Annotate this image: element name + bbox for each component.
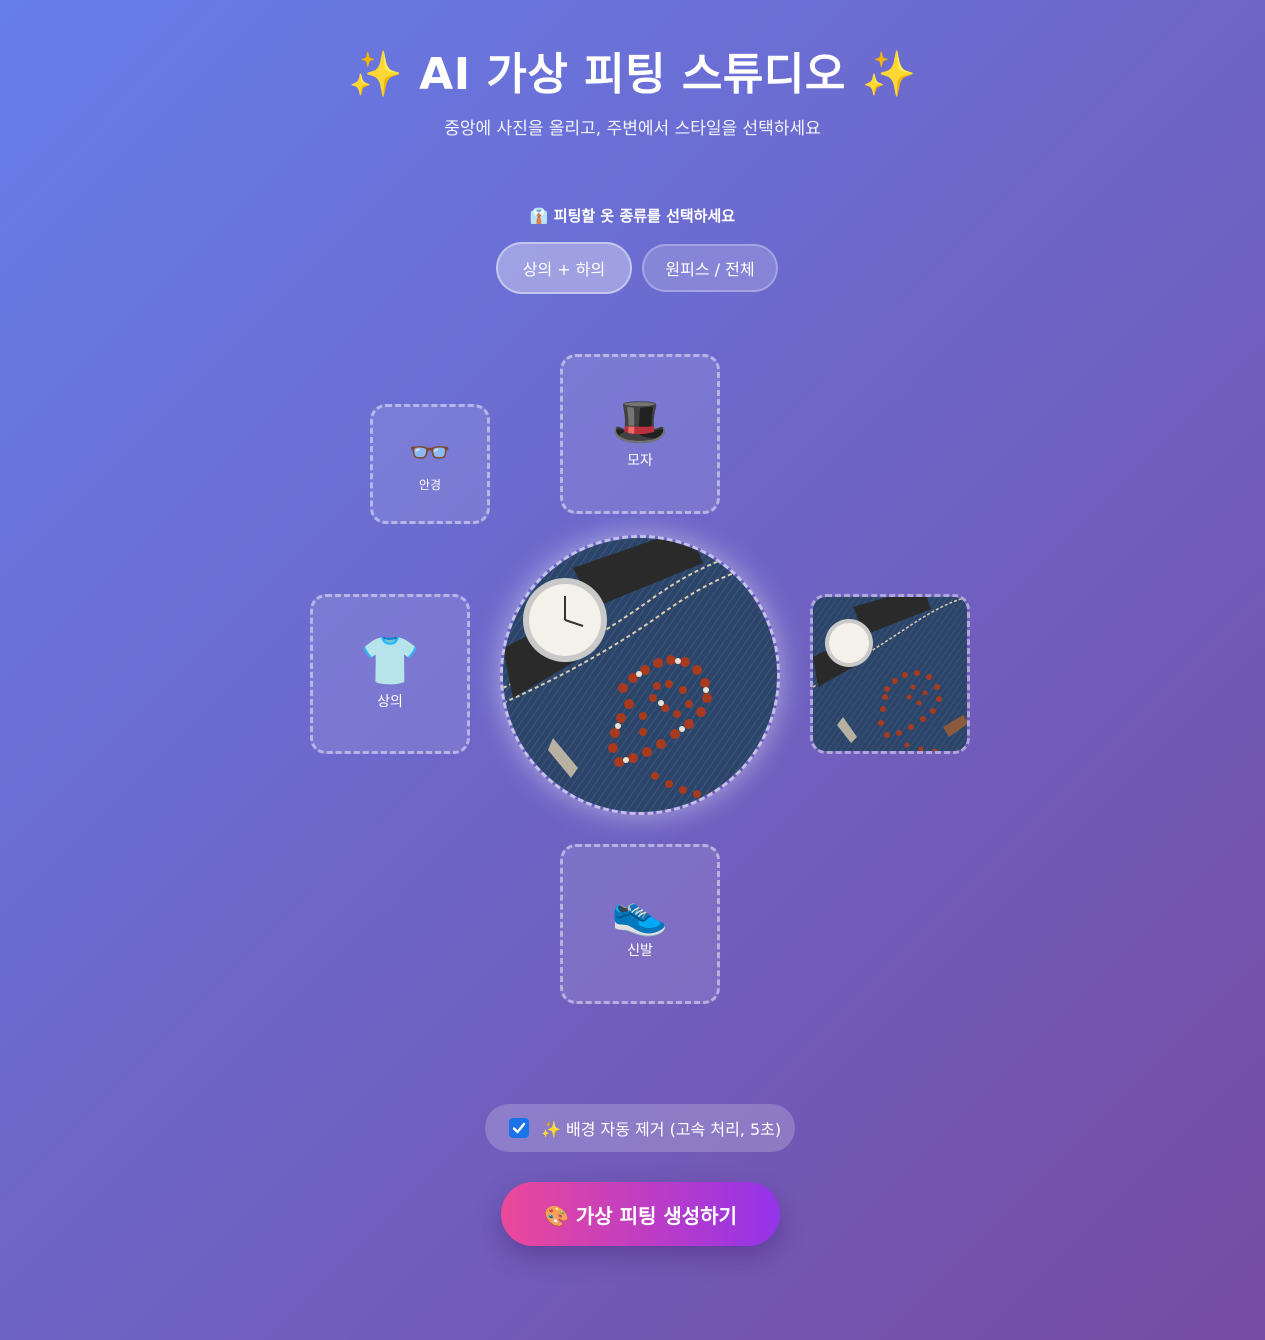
- thumbnail-image: [813, 597, 967, 751]
- shoes-slot-label: 신발: [627, 943, 653, 959]
- checkmark-icon: [512, 1122, 526, 1134]
- clothing-type-top-bottom-button[interactable]: 상의 + 하의: [496, 242, 632, 294]
- page-subtitle: 중앙에 사진을 올리고, 주변에서 스타일을 선택하세요: [444, 119, 821, 139]
- generate-fitting-button[interactable]: 🎨 가상 피팅 생성하기: [501, 1182, 780, 1246]
- remove-background-option: ✨ 배경 자동 제거 (고속 처리, 5초): [485, 1104, 795, 1152]
- tshirt-icon: 👕: [360, 633, 420, 689]
- top-slot-label: 상의: [377, 694, 403, 710]
- top-slot[interactable]: 👕 상의: [310, 594, 470, 754]
- shoes-slot[interactable]: 👟 신발: [560, 844, 720, 1004]
- hat-icon: 🎩: [611, 394, 669, 448]
- page-title: ✨ AI 가상 피팅 스튜디오 ✨: [348, 49, 917, 100]
- clothing-type-title: 👔 피팅할 옷 종류를 선택하세요: [529, 207, 736, 225]
- photo-thumbnail[interactable]: [810, 594, 970, 754]
- center-photo-upload[interactable]: [500, 535, 780, 815]
- glasses-icon: 👓: [408, 432, 452, 473]
- sneaker-icon: 👟: [611, 884, 669, 938]
- uploaded-photo: [503, 538, 777, 812]
- remove-background-label[interactable]: ✨ 배경 자동 제거 (고속 처리, 5초): [541, 1116, 781, 1140]
- glasses-slot-label: 안경: [418, 477, 442, 492]
- glasses-slot[interactable]: 👓 안경: [370, 404, 490, 524]
- hat-slot-label: 모자: [627, 453, 653, 469]
- hat-slot[interactable]: 🎩 모자: [560, 354, 720, 514]
- remove-background-checkbox[interactable]: [509, 1118, 529, 1138]
- clothing-type-onepiece-button[interactable]: 원피스 / 전체: [642, 244, 778, 292]
